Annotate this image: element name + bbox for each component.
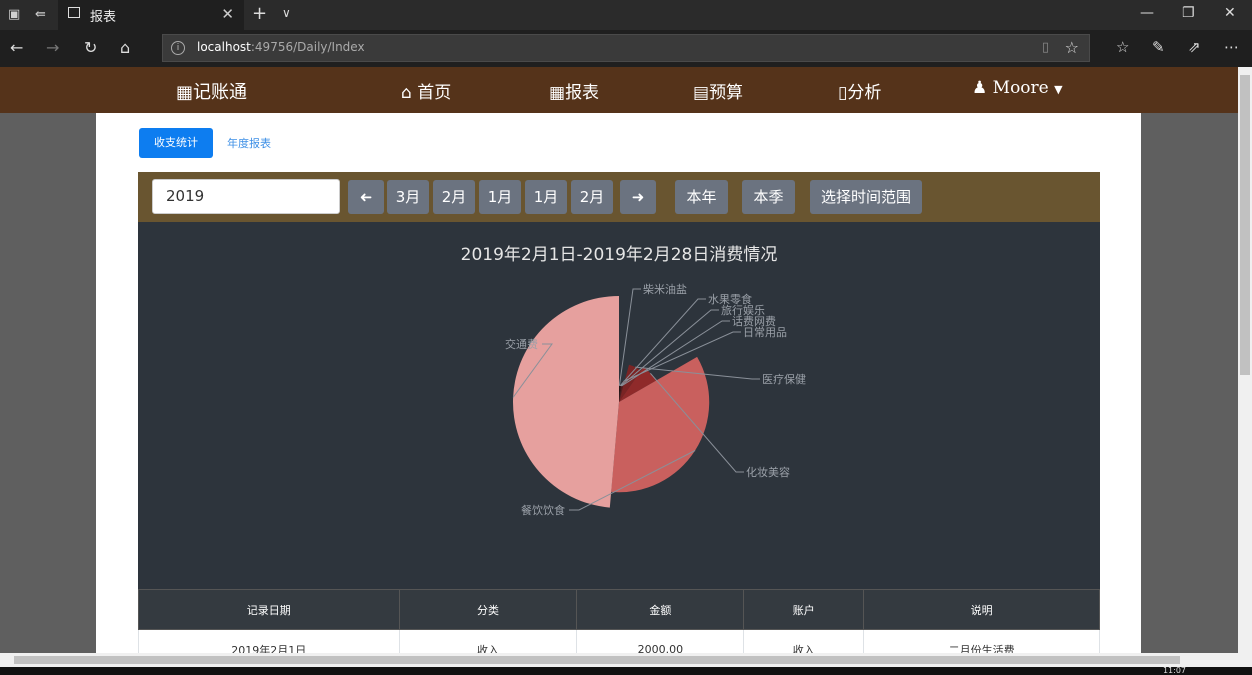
next-arrow-button[interactable]: ➜	[620, 180, 656, 214]
caret-down-icon: ▼	[1054, 83, 1063, 96]
month-button[interactable]: 1月	[479, 180, 521, 214]
month-button[interactable]: 2月	[433, 180, 475, 214]
brand-link[interactable]: ▦记账通	[176, 78, 247, 104]
back-icon[interactable]: ←	[10, 38, 23, 57]
calendar-icon: ▦	[176, 82, 194, 103]
table-cell: 2019年2月1日	[138, 629, 400, 653]
app-navbar: ▦记账通 ⌂ 首页 ▦报表 ▤预算 ▯分析 ♟ Moore ▼	[0, 67, 1238, 113]
calculator-icon: ▤	[693, 83, 710, 103]
favorites-list-icon[interactable]: ☆	[1116, 38, 1129, 56]
table-row[interactable]: 2019年2月1日 收入 2000.00 收入 二月份生活费	[138, 629, 1100, 653]
table-header-cell: 分类	[398, 589, 578, 630]
home-icon[interactable]: ⌂	[120, 38, 130, 57]
table-header-cell: 账户	[743, 589, 865, 630]
url-text: localhost:49756/Daily/Index	[197, 40, 365, 54]
close-window-icon[interactable]: ✕	[1224, 5, 1236, 21]
month-button[interactable]: 3月	[387, 180, 429, 214]
tab-annual-report[interactable]: 年度报表	[227, 135, 271, 151]
refresh-icon[interactable]: ↻	[84, 38, 97, 57]
table-cell: 二月份生活费	[863, 629, 1100, 653]
date-toolbar: 2019 ➜ 3月 2月 1月 1月 2月 ➜ 本年 本季 选择时间范围	[138, 172, 1100, 222]
horizontal-scrollbar[interactable]	[0, 653, 1252, 667]
records-table: 记录日期 分类 金额 账户 说明 2019年2月1日 收入 2000.00 收入 二月份生活费	[138, 589, 1100, 653]
table-cell: 收入	[743, 629, 865, 653]
home-icon: ⌂	[401, 83, 412, 103]
more-icon[interactable]: ⋯	[1224, 38, 1239, 56]
this-quarter-button[interactable]: 本季	[742, 180, 795, 214]
page-content: 收支统计 年度报表 2019 ➜ 3月 2月 1月 1月 2月 ➜ 本年 本季 …	[96, 113, 1141, 653]
set-aside-tabs-icon[interactable]: ⇚	[35, 7, 46, 22]
scroll-thumb[interactable]	[14, 656, 1180, 664]
slice-label: 化妆美容	[746, 465, 790, 479]
pie-chart-panel: 2019年2月1日-2019年2月28日消费情况 柴米油盐 水果零食 旅行娱乐 话费网…	[138, 222, 1100, 589]
this-year-button[interactable]: 本年	[675, 180, 728, 214]
address-bar-row: ← → ↻ ⌂ i localhost:49756/Daily/Index ▯ …	[0, 30, 1252, 67]
restore-icon[interactable]: ❐	[1182, 5, 1195, 21]
page-icon	[68, 7, 80, 18]
select-range-button[interactable]: 选择时间范围	[810, 180, 922, 214]
taskbar: 11:07	[0, 667, 1252, 675]
share-icon[interactable]: ⇗	[1188, 38, 1201, 56]
favorite-star-icon[interactable]: ☆	[1065, 38, 1079, 57]
pie-slice[interactable]	[512, 296, 619, 508]
slice-label: 柴米油盐	[643, 282, 687, 296]
browser-tab[interactable]: 报表 ✕	[58, 0, 244, 30]
table-cell: 2000.00	[576, 629, 745, 653]
new-tab-icon[interactable]: +	[252, 3, 267, 24]
table-header-cell: 金额	[576, 589, 745, 630]
table-header-row: 记录日期 分类 金额 账户 说明	[138, 589, 1100, 630]
scroll-thumb[interactable]	[1240, 75, 1250, 375]
prev-arrow-button[interactable]: ➜	[348, 180, 384, 214]
close-tab-icon[interactable]: ✕	[221, 5, 234, 23]
table-header-cell: 记录日期	[138, 589, 400, 630]
chart-title: 2019年2月1日-2019年2月28日消费情况	[461, 245, 778, 265]
minimize-icon[interactable]: —	[1140, 5, 1154, 21]
tab-title: 报表	[90, 10, 117, 25]
nav-budget[interactable]: ▤预算	[693, 78, 743, 103]
table-header-cell: 说明	[863, 589, 1100, 630]
user-menu[interactable]: ♟ Moore ▼	[972, 78, 1063, 98]
nav-home[interactable]: ⌂ 首页	[401, 78, 451, 103]
slice-label: 医疗保健	[762, 372, 806, 386]
slice-label: 交通费	[505, 337, 538, 351]
month-button[interactable]: 1月	[525, 180, 567, 214]
nav-report[interactable]: ▦报表	[549, 78, 599, 103]
chevron-down-icon[interactable]: ∨	[282, 6, 291, 20]
month-button[interactable]: 2月	[571, 180, 613, 214]
table-cell: 收入	[398, 629, 578, 653]
browser-tab-strip: ▣ ⇚ 报表 ✕ + ∨ — ❐ ✕	[0, 0, 1252, 30]
taskbar-clock: 11:07	[1162, 666, 1186, 675]
nav-analysis[interactable]: ▯分析	[838, 78, 881, 103]
chart-icon: ▯	[838, 83, 848, 103]
pie-chart: 2019年2月1日-2019年2月28日消费情况 柴米油盐水果零食旅行娱乐话费网…	[461, 245, 806, 517]
info-icon[interactable]: i	[171, 41, 185, 55]
vertical-scrollbar[interactable]	[1238, 67, 1252, 653]
slice-label: 日常用品	[743, 326, 787, 339]
pen-icon[interactable]: ✎	[1152, 38, 1165, 56]
year-input[interactable]: 2019	[152, 179, 340, 214]
url-field[interactable]: i localhost:49756/Daily/Index ▯ ☆	[162, 34, 1090, 62]
slice-label: 餐饮饮食	[521, 503, 565, 517]
table-icon: ▦	[549, 83, 566, 103]
tab-income-expense-stats[interactable]: 收支统计	[139, 128, 213, 158]
forward-icon[interactable]: →	[46, 38, 59, 57]
user-icon: ♟	[972, 78, 988, 98]
reading-view-icon[interactable]: ▯	[1042, 40, 1049, 55]
tab-actions-icon[interactable]: ▣	[8, 7, 20, 22]
